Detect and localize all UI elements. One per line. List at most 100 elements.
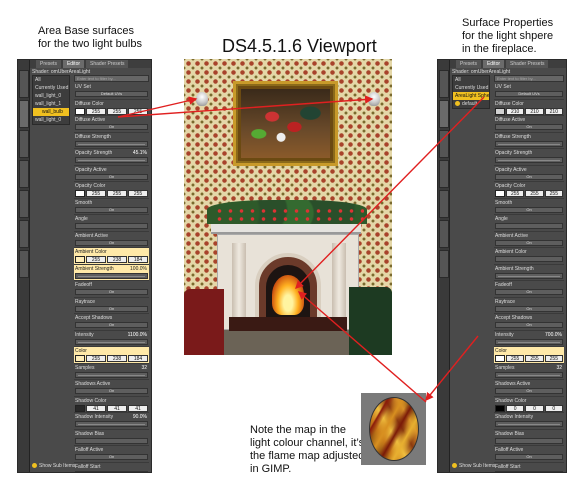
list-item[interactable]: wall_light_0 xyxy=(33,92,69,100)
property-slider[interactable] xyxy=(75,338,148,345)
property-control[interactable] xyxy=(495,256,563,262)
list-item[interactable]: wall_light_1 xyxy=(33,100,69,108)
list-item-selected[interactable]: AreaLight Sphere 1 xyxy=(453,92,489,100)
tab-presets[interactable]: Presets xyxy=(36,60,61,68)
color-r-field[interactable]: 255 xyxy=(86,355,106,362)
property-slider[interactable] xyxy=(75,157,148,163)
color-b-field[interactable]: 184 xyxy=(128,355,148,362)
list-item[interactable]: wall_light_0 xyxy=(33,116,69,124)
property-control[interactable]: On xyxy=(75,388,148,394)
color-b-field[interactable]: 210 xyxy=(544,107,563,115)
color-g-field[interactable]: 255 xyxy=(525,190,544,197)
property-control[interactable]: On xyxy=(495,305,563,312)
property-control[interactable] xyxy=(495,437,563,444)
color-swatch[interactable] xyxy=(75,256,85,263)
side-tab[interactable] xyxy=(439,190,449,218)
color-g-field[interactable]: 0 xyxy=(525,404,544,412)
property-control[interactable]: Default UVs xyxy=(495,91,563,97)
side-tab[interactable] xyxy=(19,70,29,98)
tab-shader-presets[interactable]: Shader Presets xyxy=(506,60,549,68)
color-swatch[interactable] xyxy=(75,355,85,362)
property-slider[interactable] xyxy=(75,140,148,147)
list-item-selected[interactable]: wall_bulb xyxy=(33,108,69,116)
property-control[interactable]: On xyxy=(495,322,563,328)
tab-editor[interactable]: Editor xyxy=(482,60,505,68)
color-swatch[interactable] xyxy=(495,190,505,197)
color-b-field[interactable]: 255 xyxy=(544,355,563,362)
property-control[interactable] xyxy=(75,470,148,472)
property-control[interactable]: On xyxy=(495,124,563,130)
property-slider[interactable] xyxy=(75,421,148,427)
property-control[interactable] xyxy=(75,437,148,444)
list-item[interactable]: Currently Used xyxy=(33,84,69,92)
color-r-field[interactable]: 255 xyxy=(506,190,525,197)
color-b-field[interactable]: 41 xyxy=(128,404,148,412)
color-r-field[interactable]: 255 xyxy=(86,107,106,115)
color-r-field[interactable]: 255 xyxy=(86,256,106,263)
list-item[interactable]: default xyxy=(453,100,489,108)
property-control[interactable]: On xyxy=(75,289,148,295)
color-b-field[interactable]: 255 xyxy=(128,107,148,115)
color-g-field[interactable]: 238 xyxy=(107,256,127,263)
side-tab[interactable] xyxy=(439,70,449,98)
property-control[interactable]: On xyxy=(495,454,563,460)
checkbox-icon[interactable] xyxy=(32,463,37,469)
side-tab-surfaces[interactable] xyxy=(19,100,29,128)
color-b-field[interactable]: 184 xyxy=(128,256,148,263)
show-sub-items[interactable]: Show Sub Items xyxy=(32,463,75,469)
show-sub-items[interactable]: Show Sub Items xyxy=(452,463,495,469)
list-item[interactable]: Currently Used xyxy=(453,84,489,92)
property-control[interactable]: On xyxy=(75,305,148,312)
property-slider[interactable] xyxy=(495,371,563,378)
property-control[interactable]: On xyxy=(495,388,563,394)
property-control[interactable] xyxy=(495,470,563,472)
color-swatch[interactable] xyxy=(75,190,85,197)
side-tab[interactable] xyxy=(19,160,29,188)
side-tab[interactable] xyxy=(439,160,449,188)
property-control[interactable] xyxy=(75,223,148,229)
color-b-field[interactable]: 0 xyxy=(544,404,563,412)
list-item[interactable]: All xyxy=(453,76,489,84)
color-g-field[interactable]: 210 xyxy=(525,107,544,115)
property-control[interactable]: On xyxy=(75,454,148,460)
property-control[interactable]: On xyxy=(75,239,148,246)
color-r-field[interactable]: 210 xyxy=(506,107,525,115)
side-tab[interactable] xyxy=(439,130,449,158)
color-g-field[interactable]: 255 xyxy=(525,355,544,362)
color-swatch[interactable] xyxy=(495,355,505,362)
property-slider[interactable] xyxy=(495,421,563,427)
color-r-field[interactable]: 0 xyxy=(506,404,525,412)
viewport-render[interactable] xyxy=(184,59,392,355)
color-swatch[interactable] xyxy=(75,107,85,115)
color-swatch[interactable] xyxy=(495,107,505,115)
property-control[interactable]: On xyxy=(75,322,148,328)
side-tab-surfaces[interactable] xyxy=(439,100,449,128)
property-control[interactable]: On xyxy=(75,206,148,213)
tab-editor[interactable]: Editor xyxy=(62,60,85,68)
color-b-field[interactable]: 255 xyxy=(128,190,148,197)
filter-input[interactable]: Enter text to filter by... xyxy=(494,75,564,82)
color-r-field[interactable]: 41 xyxy=(86,404,106,412)
color-swatch[interactable] xyxy=(495,404,505,412)
side-tab[interactable] xyxy=(19,220,29,248)
side-tab[interactable] xyxy=(19,130,29,158)
color-swatch[interactable] xyxy=(75,404,85,412)
color-b-field[interactable]: 255 xyxy=(544,190,563,197)
property-slider[interactable] xyxy=(495,140,563,147)
side-tab[interactable] xyxy=(439,250,449,278)
checkbox-icon[interactable] xyxy=(452,463,457,469)
list-item[interactable]: All xyxy=(33,76,69,84)
property-slider[interactable] xyxy=(495,338,563,345)
property-slider[interactable] xyxy=(495,272,563,279)
property-slider[interactable] xyxy=(75,371,148,378)
color-r-field[interactable]: 255 xyxy=(86,190,106,197)
property-slider[interactable] xyxy=(75,272,148,279)
color-g-field[interactable]: 255 xyxy=(107,190,127,197)
property-control[interactable]: On xyxy=(495,173,563,180)
property-control[interactable] xyxy=(495,223,563,229)
property-control[interactable]: On xyxy=(75,124,148,130)
color-g-field[interactable]: 255 xyxy=(107,107,127,115)
tab-presets[interactable]: Presets xyxy=(456,60,481,68)
side-tab[interactable] xyxy=(439,220,449,248)
property-control[interactable]: On xyxy=(495,206,563,213)
